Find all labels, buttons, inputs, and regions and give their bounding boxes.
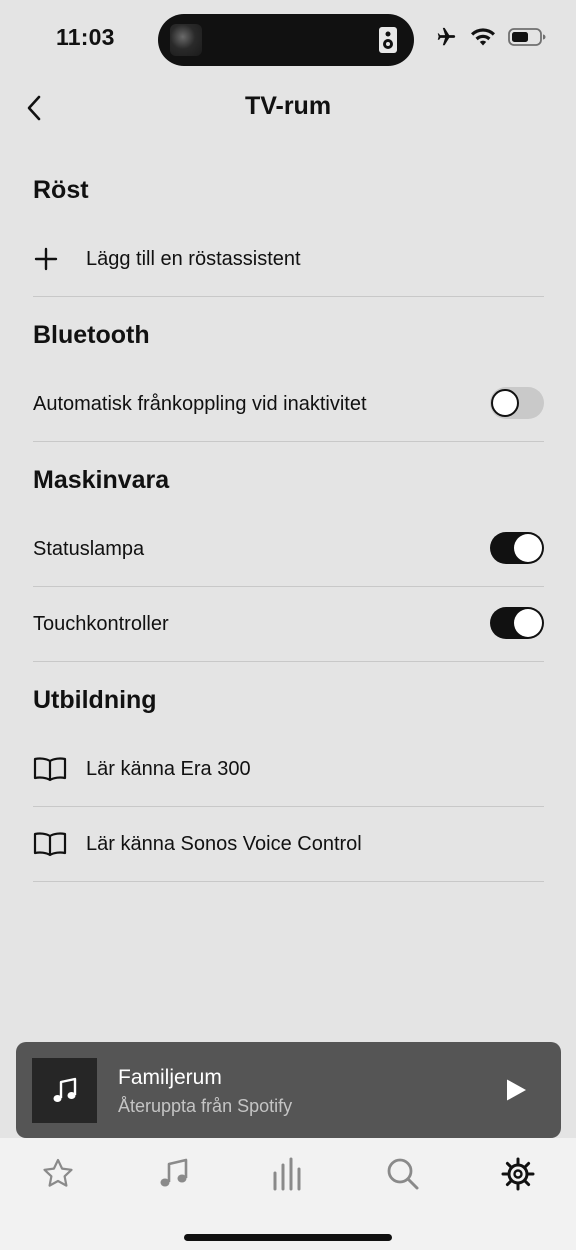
tab-system[interactable] bbox=[268, 1154, 308, 1194]
learn-voice-control-label: Lär känna Sonos Voice Control bbox=[86, 832, 362, 855]
gear-icon bbox=[501, 1157, 535, 1191]
auto-disconnect-toggle[interactable] bbox=[490, 387, 544, 419]
status-bar: 11:03 bbox=[0, 0, 576, 80]
toggle-knob bbox=[514, 609, 542, 637]
tab-bar bbox=[0, 1138, 576, 1250]
status-light-label: Statuslampa bbox=[33, 537, 145, 560]
play-icon bbox=[507, 1079, 526, 1101]
learn-era-300-label: Lär känna Era 300 bbox=[86, 757, 251, 780]
wifi-icon bbox=[470, 27, 496, 52]
now-playing-art-thumbnail bbox=[170, 24, 202, 56]
battery-icon bbox=[508, 27, 546, 52]
equalizer-icon bbox=[273, 1157, 301, 1191]
plus-icon bbox=[33, 243, 73, 275]
toggle-knob bbox=[514, 534, 542, 562]
star-icon bbox=[43, 1158, 73, 1187]
page-title: TV-rum bbox=[244, 92, 332, 120]
section-title-hardware: Maskinvara bbox=[33, 466, 170, 494]
header: TV-rum bbox=[0, 80, 576, 136]
touch-controls-label: Touchkontroller bbox=[33, 612, 169, 635]
dynamic-island[interactable] bbox=[158, 14, 414, 66]
learn-era-300-row[interactable]: Lär känna Era 300 bbox=[33, 732, 544, 807]
home-indicator[interactable] bbox=[184, 1234, 392, 1241]
mini-player[interactable]: Familjerum Återuppta från Spotify bbox=[16, 1042, 561, 1138]
music-note-icon bbox=[160, 1158, 188, 1187]
section-title-voice: Röst bbox=[33, 176, 89, 204]
tab-settings[interactable] bbox=[498, 1154, 538, 1194]
search-icon bbox=[387, 1158, 419, 1190]
touch-controls-row: Touchkontroller bbox=[33, 587, 544, 662]
auto-disconnect-label: Automatisk frånkoppling vid inaktivitet bbox=[33, 392, 367, 415]
status-time: 11:03 bbox=[56, 24, 115, 50]
music-note-icon bbox=[32, 1058, 97, 1123]
mini-player-room: Familjerum bbox=[118, 1066, 222, 1089]
add-voice-assistant-row[interactable]: Lägg till en röstassistent bbox=[33, 222, 544, 297]
status-light-toggle[interactable] bbox=[490, 532, 544, 564]
settings-list: Röst Lägg till en röstassistent Bluetoot… bbox=[33, 150, 544, 882]
section-title-education: Utbildning bbox=[33, 686, 157, 714]
learn-voice-control-row[interactable]: Lär känna Sonos Voice Control bbox=[33, 807, 544, 882]
mini-player-subtitle: Återuppta från Spotify bbox=[118, 1096, 293, 1116]
status-icons bbox=[434, 26, 546, 52]
status-light-row: Statuslampa bbox=[33, 512, 544, 587]
touch-controls-toggle[interactable] bbox=[490, 607, 544, 639]
section-title-bluetooth: Bluetooth bbox=[33, 321, 150, 349]
airplane-mode-icon bbox=[434, 26, 458, 53]
auto-disconnect-row: Automatisk frånkoppling vid inaktivitet bbox=[33, 367, 544, 442]
tab-search[interactable] bbox=[383, 1154, 423, 1194]
tab-favorites[interactable] bbox=[38, 1154, 78, 1194]
book-icon bbox=[33, 828, 73, 860]
speaker-icon bbox=[378, 26, 398, 54]
play-button[interactable] bbox=[503, 1076, 529, 1104]
toggle-knob bbox=[491, 389, 519, 417]
book-icon bbox=[33, 753, 73, 785]
tab-browse[interactable] bbox=[154, 1154, 194, 1194]
add-voice-assistant-label: Lägg till en röstassistent bbox=[86, 247, 301, 270]
